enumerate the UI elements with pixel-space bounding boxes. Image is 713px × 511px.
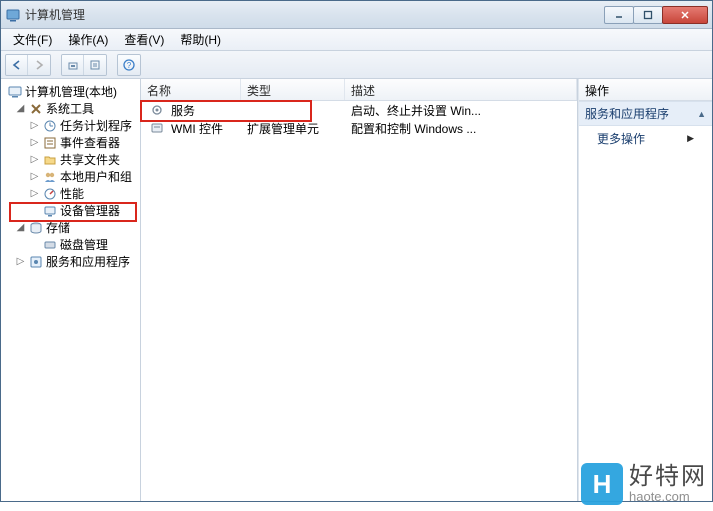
col-header-desc[interactable]: 描述 [345,79,577,100]
expand-icon[interactable]: ▷ [29,120,40,131]
users-icon [42,169,58,185]
toolbar: ? [1,51,712,79]
chevron-up-icon: ▲ [697,109,706,119]
col-header-type[interactable]: 类型 [241,79,345,100]
help-button[interactable]: ? [118,55,140,75]
list-row-wmi[interactable]: WMI 控件 扩展管理单元 配置和控制 Windows ... [141,119,577,137]
window-controls [605,6,708,24]
chevron-right-icon: ▶ [687,133,694,144]
gear-icon [149,102,165,118]
list-body[interactable]: 服务 启动、终止并设置 Win... WMI 控件 扩展管理单元 配置和控制 W… [141,101,577,501]
tree-performance[interactable]: ▷ 性能 [3,185,138,202]
device-icon [42,203,58,219]
list-row-services[interactable]: 服务 启动、终止并设置 Win... [141,101,577,119]
tree-pane[interactable]: 计算机管理(本地) ◢ 系统工具 ▷ 任务计划程序 ▷ 事件查看器 ▷ 共享文件… [1,79,141,501]
collapse-icon[interactable]: ◢ [15,103,26,114]
actions-title-text: 服务和应用程序 [585,105,669,122]
title-bar[interactable]: 计算机管理 [1,1,712,29]
tree-task-scheduler[interactable]: ▷ 任务计划程序 [3,117,138,134]
computer-icon [7,84,23,100]
disk-icon [42,237,58,253]
menu-view[interactable]: 查看(V) [116,29,172,50]
services-apps-icon [28,254,44,270]
close-button[interactable] [662,6,708,24]
content-area: 计算机管理(本地) ◢ 系统工具 ▷ 任务计划程序 ▷ 事件查看器 ▷ 共享文件… [1,79,712,501]
folder-share-icon [42,152,58,168]
tree-performance-label: 性能 [60,185,84,202]
cell-name-0: 服务 [171,102,195,119]
watermark-cn: 好特网 [629,464,707,490]
clock-icon [42,118,58,134]
tree-event-viewer[interactable]: ▷ 事件查看器 [3,134,138,151]
expand-icon[interactable]: ▷ [29,188,40,199]
tree-storage-label: 存储 [46,219,70,236]
expand-icon[interactable]: ▷ [15,256,26,267]
tree-task-scheduler-label: 任务计划程序 [60,117,132,134]
tree-services-apps[interactable]: ▷ 服务和应用程序 [3,253,138,270]
svg-text:?: ? [127,61,132,70]
cell-desc-0: 启动、终止并设置 Win... [345,102,577,119]
list-pane: 名称 类型 描述 服务 启动、终止并设置 Win... WMI 控件 [141,79,578,501]
tree-device-manager[interactable]: 设备管理器 [3,202,138,219]
up-button[interactable] [62,55,84,75]
list-header: 名称 类型 描述 [141,79,577,101]
wmi-icon [149,120,165,136]
tree-root[interactable]: 计算机管理(本地) [3,83,138,100]
tree-shared-folders[interactable]: ▷ 共享文件夹 [3,151,138,168]
watermark: H 好特网 haote.com [581,463,707,505]
tree-services-apps-label: 服务和应用程序 [46,253,130,270]
actions-more-text: 更多操作 [597,130,645,147]
tree-local-users-label: 本地用户和组 [60,168,132,185]
event-icon [42,135,58,151]
expand-icon[interactable]: ▷ [29,154,40,165]
watermark-en: haote.com [629,490,707,504]
actions-more[interactable]: 更多操作 ▶ [579,126,712,151]
tree-disk-mgmt-label: 磁盘管理 [60,236,108,253]
menu-action[interactable]: 操作(A) [60,29,116,50]
cell-type-1: 扩展管理单元 [241,120,345,137]
properties-button[interactable] [84,55,106,75]
watermark-logo-icon: H [581,463,623,505]
computer-management-window: 计算机管理 文件(F) 操作(A) 查看(V) 帮助(H) ? [0,0,713,502]
tree-local-users[interactable]: ▷ 本地用户和组 [3,168,138,185]
tree-event-viewer-label: 事件查看器 [60,134,120,151]
forward-button[interactable] [28,55,50,75]
minimize-button[interactable] [604,6,634,24]
cell-desc-1: 配置和控制 Windows ... [345,120,577,137]
tree-storage[interactable]: ◢ 存储 [3,219,138,236]
expand-icon[interactable]: ▷ [29,171,40,182]
tree-disk-mgmt[interactable]: 磁盘管理 [3,236,138,253]
actions-title[interactable]: 服务和应用程序 ▲ [579,101,712,126]
performance-icon [42,186,58,202]
actions-header: 操作 [579,79,712,101]
expand-icon[interactable]: ▷ [29,137,40,148]
tree-shared-folders-label: 共享文件夹 [60,151,120,168]
tree-system-tools-label: 系统工具 [46,100,94,117]
back-button[interactable] [6,55,28,75]
collapse-icon[interactable]: ◢ [15,222,26,233]
tree-root-label: 计算机管理(本地) [25,83,117,100]
menu-file[interactable]: 文件(F) [5,29,60,50]
storage-icon [28,220,44,236]
app-icon [5,7,21,23]
maximize-button[interactable] [633,6,663,24]
window-title: 计算机管理 [25,6,605,23]
tree-system-tools[interactable]: ◢ 系统工具 [3,100,138,117]
tools-icon [28,101,44,117]
col-header-name[interactable]: 名称 [141,79,241,100]
cell-name-1: WMI 控件 [171,120,223,137]
tree-device-manager-label: 设备管理器 [60,202,120,219]
menu-bar: 文件(F) 操作(A) 查看(V) 帮助(H) [1,29,712,51]
menu-help[interactable]: 帮助(H) [172,29,229,50]
actions-pane: 操作 服务和应用程序 ▲ 更多操作 ▶ [578,79,712,501]
